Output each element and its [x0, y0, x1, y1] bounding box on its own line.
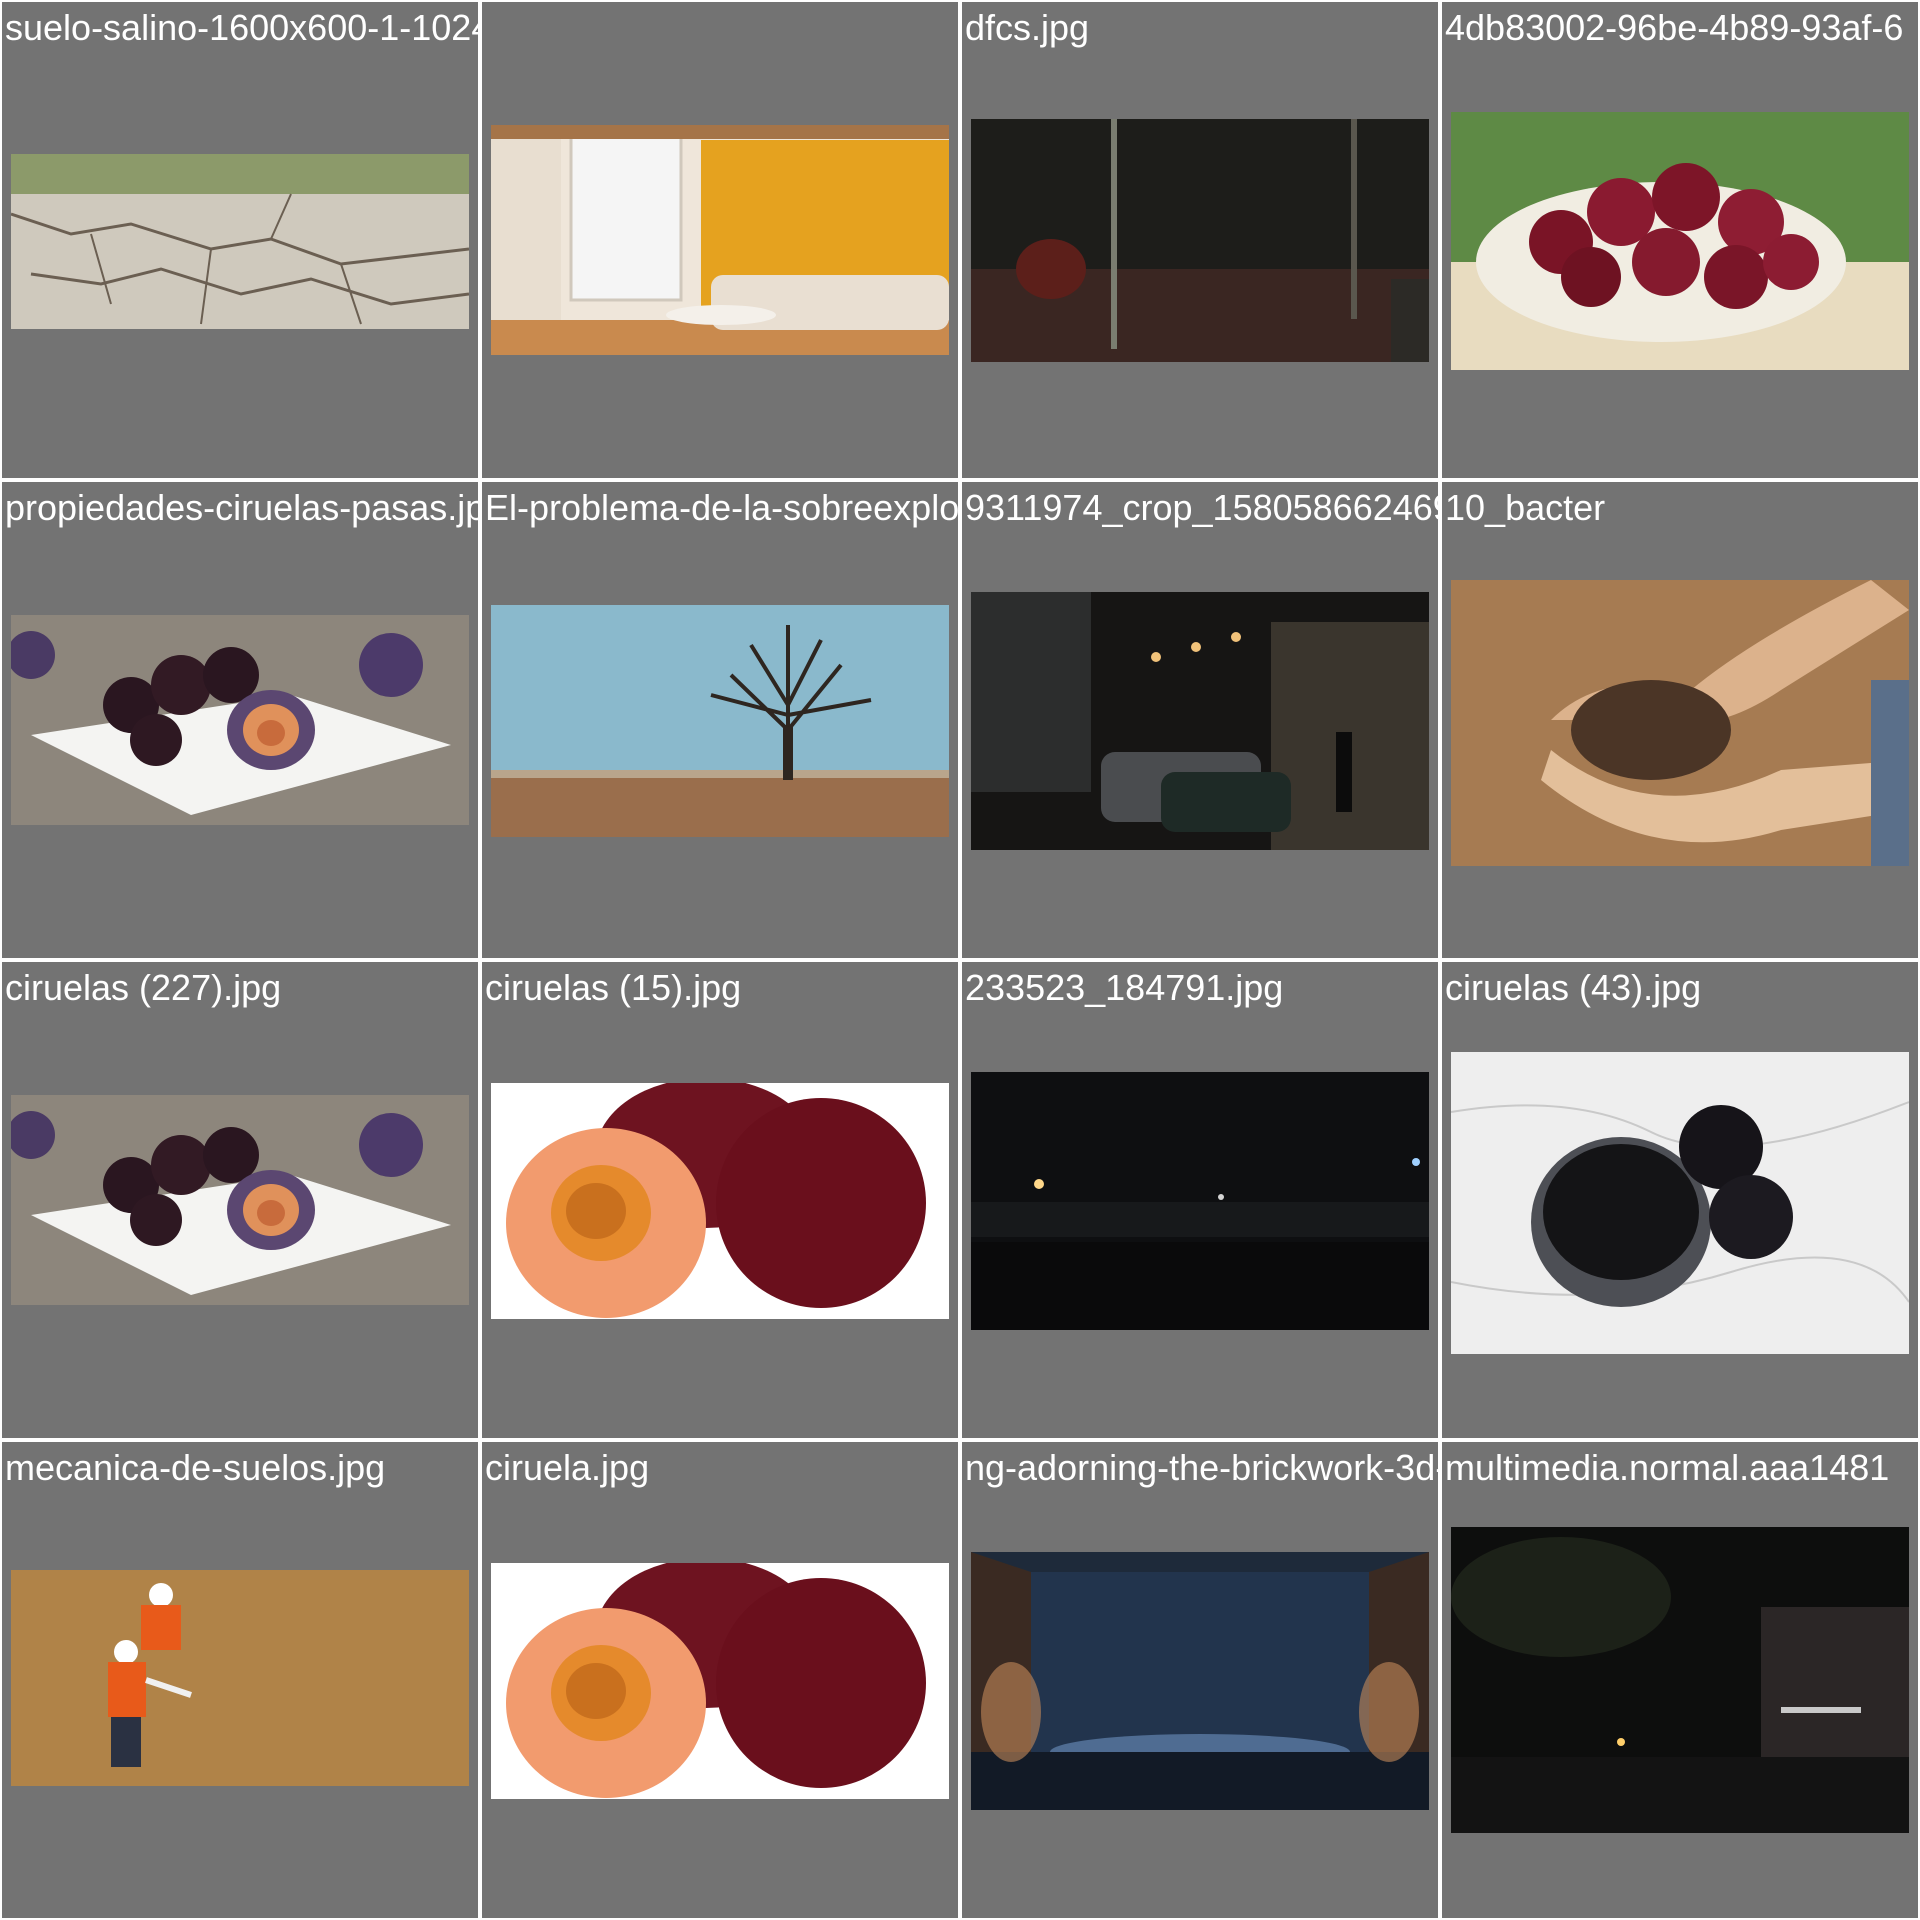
- cell-filename: 233523_184791.jpg: [965, 967, 1284, 1008]
- grid-cell[interactable]: dfcs.jpg: [960, 0, 1440, 480]
- grid-cell[interactable]: propiedades-ciruelas-pasas.jpg: [0, 480, 480, 960]
- cell-filename: suelo-salino-1600x600-1-1024x384.jpg: [5, 7, 478, 48]
- night-street-image[interactable]: [971, 119, 1429, 362]
- cell-filename: ng-adorning-the-brickwork-3d-rendering: [965, 1447, 1438, 1488]
- grid-cell[interactable]: ciruelas (43).jpg: [1440, 960, 1920, 1440]
- plum-halves-image[interactable]: [491, 1563, 949, 1799]
- cell-filename: mecanica-de-suelos.jpg: [5, 1447, 386, 1488]
- grid-cell[interactable]: suelo-salino-1600x600-1-1024x384.jpg: [0, 0, 480, 480]
- cell-filename: 9311974_crop_158058662469_d5605230_02004…: [965, 487, 1438, 528]
- cell-filename: multimedia.normal.aaa1481: [1445, 1447, 1890, 1488]
- prune-bowl-image[interactable]: [1451, 1052, 1909, 1354]
- lone-tree-image[interactable]: [491, 605, 949, 837]
- cell-filename: propiedades-ciruelas-pasas.jpg: [5, 487, 480, 528]
- dark-city-image[interactable]: [971, 1072, 1429, 1330]
- grid-cell[interactable]: 9311974_crop_158058662469_d5605230_02004…: [960, 480, 1440, 960]
- brick-stage-image[interactable]: [971, 1552, 1429, 1810]
- plum-halves-image[interactable]: [491, 1083, 949, 1319]
- soil-hands-image[interactable]: [1451, 580, 1909, 866]
- cell-filename: El-problema-de-la-sobreexplotacion-del-s…: [485, 487, 960, 528]
- cell-filename: 4db83002-96be-4b89-93af-6: [1445, 7, 1904, 48]
- prunes-plate-image[interactable]: [11, 615, 469, 825]
- grid-cell[interactable]: ciruela.jpg: [480, 1440, 960, 1920]
- grid-cell[interactable]: [480, 0, 960, 480]
- grid-cell[interactable]: mecanica-de-suelos.jpg: [0, 1440, 480, 1920]
- cracked-soil-image[interactable]: [11, 154, 469, 329]
- grid-cell[interactable]: multimedia.normal.aaa1481: [1440, 1440, 1920, 1920]
- cell-filename: dfcs.jpg: [965, 7, 1090, 48]
- cell-filename: ciruela.jpg: [485, 1447, 650, 1488]
- dark-alley-image[interactable]: [971, 592, 1429, 850]
- cell-filename: ciruelas (227).jpg: [5, 967, 282, 1008]
- plum-bowl-image[interactable]: [1451, 112, 1909, 370]
- grid-cell[interactable]: ng-adorning-the-brickwork-3d-rendering: [960, 1440, 1440, 1920]
- grid-cell[interactable]: ciruelas (227).jpg: [0, 960, 480, 1440]
- grid-cell[interactable]: 233523_184791.jpg: [960, 960, 1440, 1440]
- grid-cell[interactable]: 10_bacter: [1440, 480, 1920, 960]
- dark-street-image[interactable]: [1451, 1527, 1909, 1833]
- cell-filename: ciruelas (15).jpg: [485, 967, 742, 1008]
- soil-workers-image[interactable]: [11, 1570, 469, 1786]
- grid-cell[interactable]: ciruelas (15).jpg: [480, 960, 960, 1440]
- grid-cell[interactable]: 4db83002-96be-4b89-93af-6: [1440, 0, 1920, 480]
- cell-filename: ciruelas (43).jpg: [1445, 967, 1702, 1008]
- image-grid: suelo-salino-1600x600-1-1024x384.jpg: [0, 0, 1920, 1920]
- prunes-plate-image[interactable]: [11, 1095, 469, 1305]
- living-room-image[interactable]: [491, 125, 949, 355]
- grid-cell[interactable]: El-problema-de-la-sobreexplotacion-del-s…: [480, 480, 960, 960]
- cell-filename: 10_bacter: [1445, 487, 1606, 528]
